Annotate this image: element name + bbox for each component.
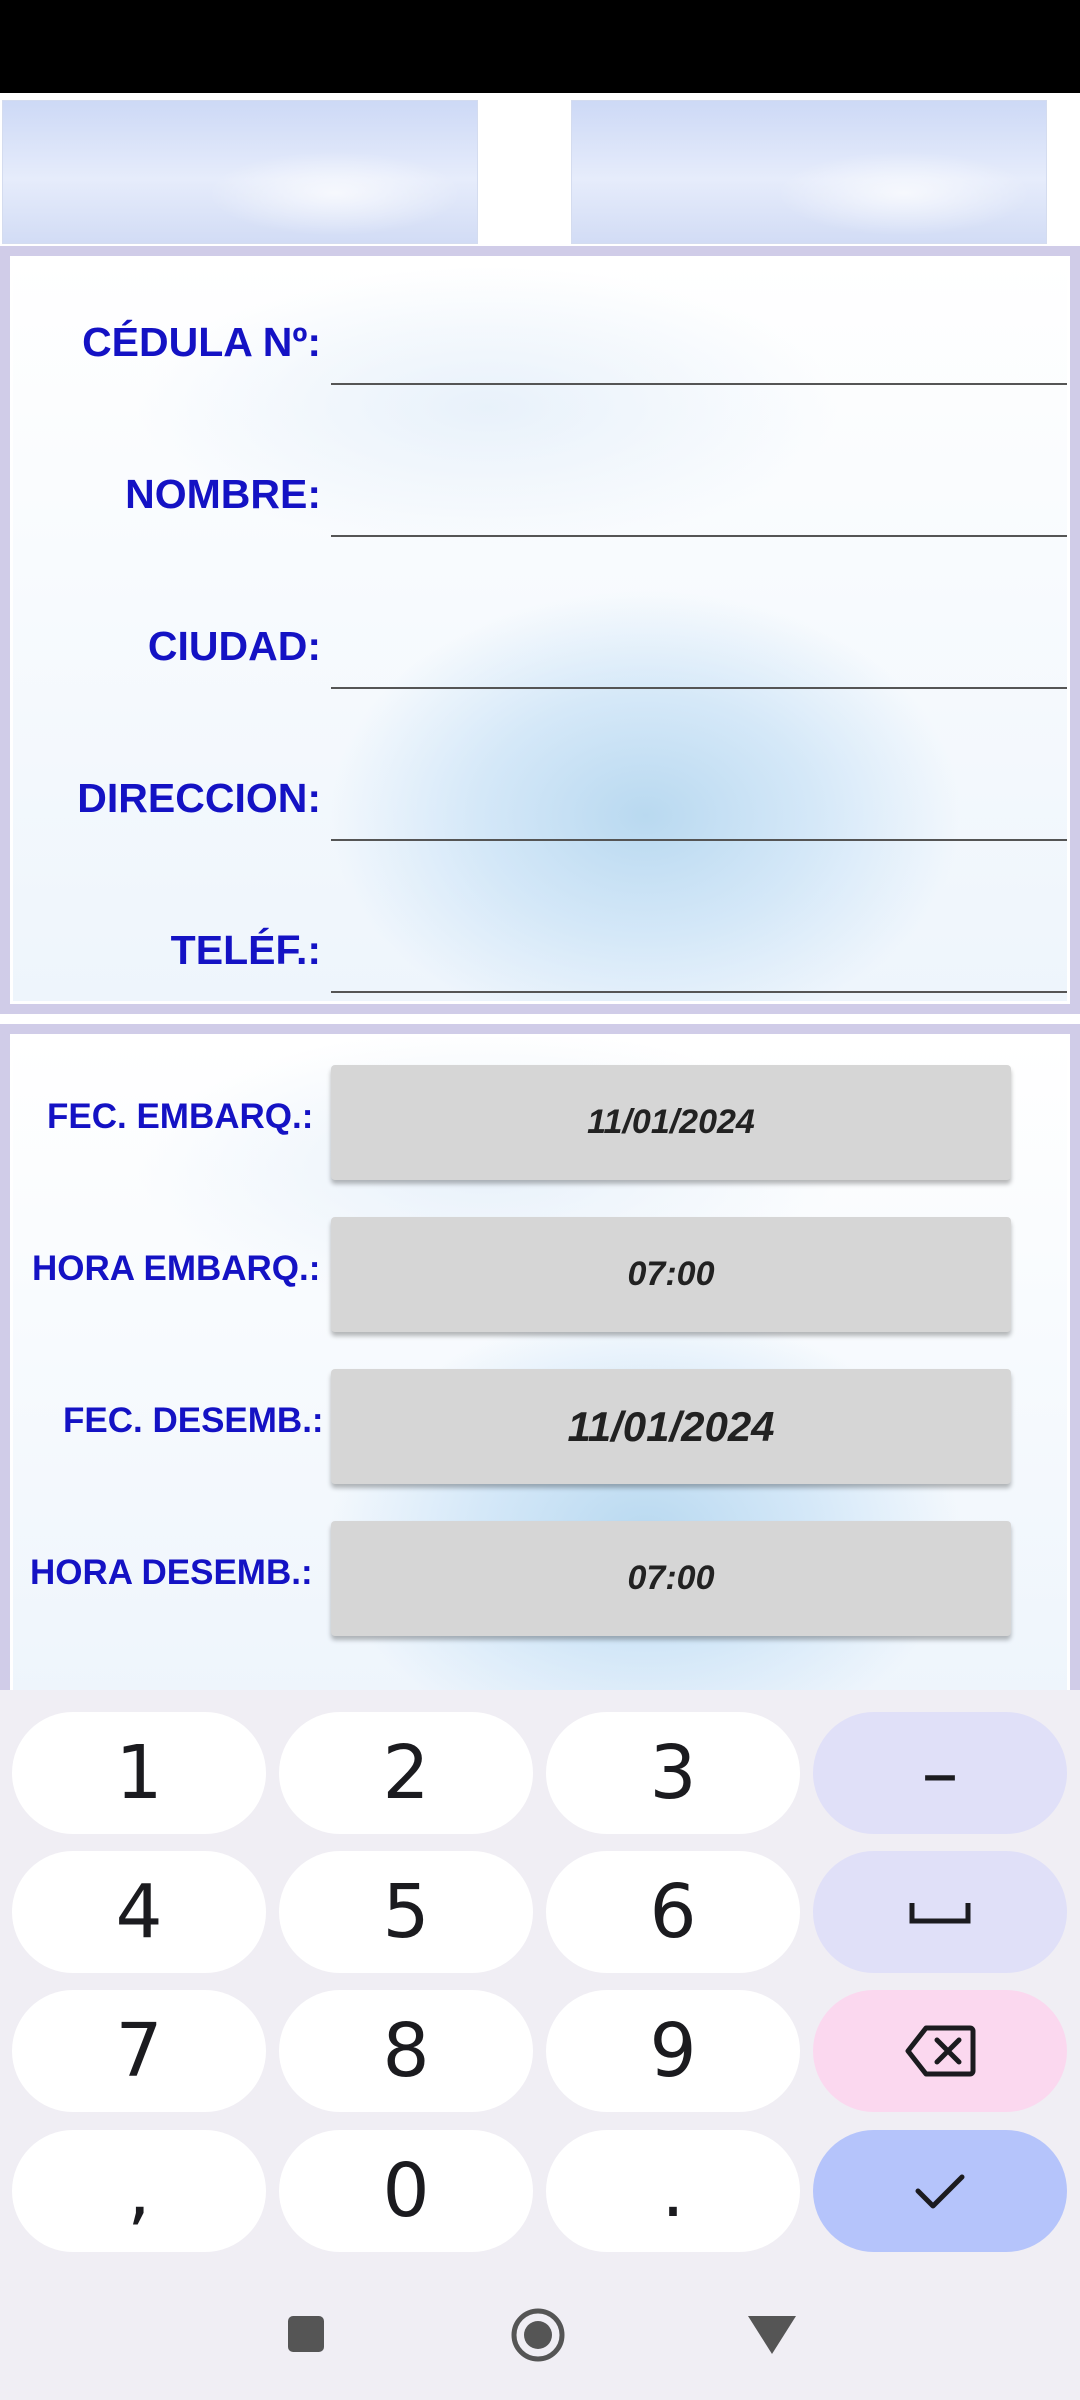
fec-desemb-button[interactable]: 11/01/2024 xyxy=(331,1369,1011,1484)
header-banner-right xyxy=(571,100,1047,244)
hora-embarq-button[interactable]: 07:00 xyxy=(331,1217,1011,1332)
nombre-label: NOMBRE: xyxy=(125,471,321,517)
telefono-label: TELÉF.: xyxy=(170,927,321,973)
key-6[interactable]: 6 xyxy=(546,1851,800,1973)
key-1[interactable]: 1 xyxy=(12,1712,266,1834)
check-icon xyxy=(915,2174,965,2209)
ciudad-label: CIUDAD: xyxy=(147,623,321,669)
key-4[interactable]: 4 xyxy=(12,1851,266,1973)
ciudad-underline xyxy=(331,687,1067,689)
recent-apps-icon[interactable] xyxy=(284,2312,328,2356)
key-period[interactable]: . xyxy=(546,2130,800,2252)
hora-desemb-label: HORA DESEMB.: xyxy=(30,1553,313,1592)
schedule-panel: FEC. EMBARQ.: 11/01/2024 HORA EMBARQ.: 0… xyxy=(0,1024,1080,1700)
key-3[interactable]: 3 xyxy=(546,1712,800,1834)
telefono-field[interactable] xyxy=(331,907,1067,991)
hora-desemb-button[interactable]: 07:00 xyxy=(331,1521,1011,1636)
direccion-field[interactable] xyxy=(331,755,1067,839)
fec-embarq-button[interactable]: 11/01/2024 xyxy=(331,1065,1011,1180)
backspace-icon xyxy=(905,2025,976,2077)
fec-embarq-label: FEC. EMBARQ.: xyxy=(47,1097,314,1136)
nombre-underline xyxy=(331,535,1067,537)
key-comma[interactable]: , xyxy=(12,2130,266,2252)
key-5[interactable]: 5 xyxy=(279,1851,533,1973)
cedula-label: CÉDULA Nº: xyxy=(82,319,321,365)
telefono-underline xyxy=(331,991,1067,993)
key-0[interactable]: 0 xyxy=(279,2130,533,2252)
key-2[interactable]: 2 xyxy=(279,1712,533,1834)
numeric-keyboard: 1 2 3 – 4 5 6 7 8 9 , 0 . xyxy=(0,1690,1080,2400)
cedula-underline xyxy=(331,383,1067,385)
key-minus[interactable]: – xyxy=(813,1712,1067,1834)
home-icon[interactable] xyxy=(510,2307,566,2363)
key-done[interactable] xyxy=(813,2130,1067,2252)
status-bar xyxy=(0,0,1080,93)
key-9[interactable]: 9 xyxy=(546,1990,800,2112)
personal-data-panel: CÉDULA Nº: NOMBRE: CIUDAD: DIRECCION: TE… xyxy=(0,246,1080,1014)
header-banner-left xyxy=(2,100,478,244)
key-backspace[interactable] xyxy=(813,1990,1067,2112)
back-icon[interactable] xyxy=(746,2312,798,2356)
nombre-field[interactable] xyxy=(331,451,1067,535)
ciudad-field[interactable] xyxy=(331,603,1067,687)
key-7[interactable]: 7 xyxy=(12,1990,266,2112)
key-8[interactable]: 8 xyxy=(279,1990,533,2112)
space-icon xyxy=(909,1903,971,1924)
fec-desemb-label: FEC. DESEMB.: xyxy=(63,1401,324,1440)
direccion-label: DIRECCION: xyxy=(77,775,321,821)
cedula-field[interactable] xyxy=(331,299,1067,383)
key-space[interactable] xyxy=(813,1851,1067,1973)
hora-embarq-label: HORA EMBARQ.: xyxy=(32,1249,321,1288)
direccion-underline xyxy=(331,839,1067,841)
